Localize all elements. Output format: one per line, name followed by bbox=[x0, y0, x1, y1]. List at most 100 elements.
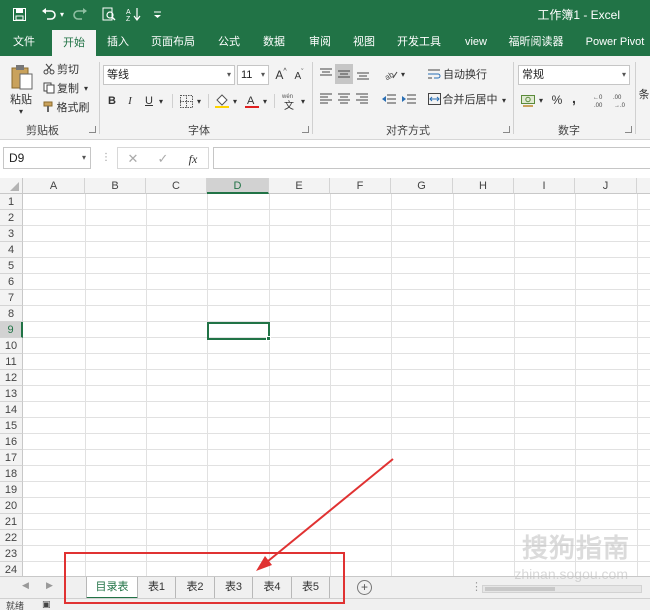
row-header[interactable]: 3 bbox=[0, 226, 23, 242]
row-header[interactable]: 22 bbox=[0, 530, 23, 546]
row-header[interactable]: 23 bbox=[0, 546, 23, 562]
paste-button[interactable]: 粘贴 bbox=[6, 92, 36, 106]
borders-dropdown-icon[interactable]: ▾ bbox=[195, 94, 203, 108]
tab-page-layout[interactable]: 页面布局 bbox=[146, 28, 200, 56]
align-bottom-icon[interactable] bbox=[355, 66, 371, 82]
wrap-text-icon[interactable] bbox=[426, 66, 442, 82]
cut-button[interactable]: 剪切 bbox=[56, 62, 80, 76]
horizontal-scrollbar[interactable] bbox=[482, 585, 642, 593]
formula-input[interactable] bbox=[213, 147, 650, 169]
grow-font-icon[interactable]: A ^ bbox=[273, 66, 289, 84]
column-header-c[interactable]: C bbox=[146, 178, 207, 194]
tab-developer[interactable]: 开发工具 bbox=[392, 28, 446, 56]
tab-foxit-reader[interactable]: 福昕阅读器 bbox=[504, 28, 568, 56]
font-color-icon[interactable]: A bbox=[243, 92, 261, 110]
row-header[interactable]: 14 bbox=[0, 402, 23, 418]
number-launcher-icon[interactable] bbox=[625, 126, 632, 133]
tab-formulas[interactable]: 公式 bbox=[210, 28, 248, 56]
increase-indent-icon[interactable] bbox=[400, 90, 418, 108]
font-size-select[interactable]: 11 ▾ bbox=[237, 65, 269, 85]
row-header[interactable]: 19 bbox=[0, 482, 23, 498]
row-header[interactable]: 17 bbox=[0, 450, 23, 466]
name-box[interactable]: D9 ▾ bbox=[3, 147, 91, 169]
fill-color-dropdown-icon[interactable]: ▾ bbox=[231, 94, 239, 108]
merge-center-dropdown-icon[interactable]: ▾ bbox=[500, 94, 508, 106]
column-header-a[interactable]: A bbox=[23, 178, 85, 194]
row-header[interactable]: 1 bbox=[0, 194, 23, 210]
sheet-prev-icon[interactable]: ◀ bbox=[22, 580, 29, 591]
tab-data[interactable]: 数据 bbox=[256, 28, 292, 56]
underline-dropdown-icon[interactable]: ▾ bbox=[157, 94, 165, 108]
active-cell-d9[interactable] bbox=[207, 322, 270, 340]
tab-view[interactable]: 视图 bbox=[346, 28, 382, 56]
undo-icon[interactable] bbox=[38, 4, 60, 24]
copy-dropdown-icon[interactable]: ▾ bbox=[82, 83, 90, 93]
merge-center-button[interactable]: 合并后居中 bbox=[442, 90, 498, 108]
wrap-text-button[interactable]: 自动换行 bbox=[442, 66, 488, 82]
align-middle-icon[interactable] bbox=[335, 64, 353, 84]
horizontal-scroll-thumb[interactable] bbox=[485, 587, 555, 591]
tab-power-pivot[interactable]: Power Pivot bbox=[580, 28, 650, 56]
tab-view-en[interactable]: view bbox=[456, 28, 496, 56]
column-header-b[interactable]: B bbox=[85, 178, 146, 194]
tab-insert[interactable]: 插入 bbox=[100, 28, 136, 56]
sheet-next-icon[interactable]: ▶ bbox=[46, 580, 53, 591]
row-header[interactable]: 24 bbox=[0, 562, 23, 576]
conditional-format-button-partial[interactable]: 条 bbox=[638, 84, 650, 104]
row-header[interactable]: 10 bbox=[0, 338, 23, 354]
row-header[interactable]: 20 bbox=[0, 498, 23, 514]
copy-icon[interactable] bbox=[42, 81, 56, 95]
italic-button[interactable]: I bbox=[122, 92, 138, 110]
merge-center-icon[interactable] bbox=[426, 90, 442, 108]
column-header-h[interactable]: H bbox=[453, 178, 514, 194]
add-sheet-button[interactable]: + bbox=[357, 580, 372, 595]
decrease-decimal-icon[interactable]: .00 →.0 bbox=[612, 90, 630, 110]
formula-bar-grip-icon[interactable]: ⋮ bbox=[101, 152, 111, 164]
comma-button[interactable]: , bbox=[568, 89, 580, 107]
align-right-icon[interactable] bbox=[354, 90, 370, 108]
row-header[interactable]: 13 bbox=[0, 386, 23, 402]
accounting-dropdown-icon[interactable]: ▾ bbox=[537, 94, 545, 106]
select-all-corner[interactable] bbox=[0, 178, 23, 194]
font-launcher-icon[interactable] bbox=[302, 126, 309, 133]
paste-icon[interactable] bbox=[8, 62, 36, 92]
confirm-icon[interactable]: ✓ bbox=[154, 150, 172, 168]
undo-dropdown-icon[interactable]: ▾ bbox=[58, 4, 66, 24]
row-header-selected[interactable]: 9 bbox=[0, 322, 23, 338]
clipboard-launcher-icon[interactable] bbox=[89, 126, 96, 133]
column-header-e[interactable]: E bbox=[269, 178, 330, 194]
increase-decimal-icon[interactable]: ←0.00 bbox=[592, 90, 610, 110]
row-header[interactable]: 12 bbox=[0, 370, 23, 386]
align-center-icon[interactable] bbox=[336, 90, 352, 108]
column-header-k-partial[interactable] bbox=[637, 178, 650, 194]
align-left-icon[interactable] bbox=[318, 90, 334, 108]
underline-button[interactable]: U bbox=[141, 92, 157, 110]
decrease-indent-icon[interactable] bbox=[380, 90, 398, 108]
tab-split-handle-icon[interactable]: ⋮ bbox=[471, 580, 482, 593]
print-preview-icon[interactable] bbox=[100, 4, 118, 24]
column-header-j[interactable]: J bbox=[575, 178, 637, 194]
column-header-f[interactable]: F bbox=[330, 178, 391, 194]
row-header[interactable]: 2 bbox=[0, 210, 23, 226]
orientation-dropdown-icon[interactable]: ▾ bbox=[399, 68, 407, 80]
percent-button[interactable]: % bbox=[549, 91, 565, 109]
row-header[interactable]: 16 bbox=[0, 434, 23, 450]
row-header[interactable]: 7 bbox=[0, 290, 23, 306]
align-top-icon[interactable] bbox=[318, 66, 334, 82]
redo-icon[interactable] bbox=[70, 4, 90, 24]
row-header[interactable]: 6 bbox=[0, 274, 23, 290]
orientation-icon[interactable]: ab bbox=[382, 66, 400, 82]
format-painter-icon[interactable] bbox=[42, 100, 56, 114]
tab-file[interactable]: 文件 bbox=[4, 28, 44, 56]
save-icon[interactable] bbox=[10, 4, 28, 24]
phonetic-dropdown-icon[interactable]: ▾ bbox=[299, 94, 307, 108]
row-header[interactable]: 11 bbox=[0, 354, 23, 370]
row-header[interactable]: 15 bbox=[0, 418, 23, 434]
alignment-launcher-icon[interactable] bbox=[503, 126, 510, 133]
accounting-format-icon[interactable] bbox=[519, 91, 537, 109]
column-header-d[interactable]: D bbox=[207, 178, 269, 194]
row-header[interactable]: 18 bbox=[0, 466, 23, 482]
font-color-dropdown-icon[interactable]: ▾ bbox=[261, 94, 269, 108]
column-header-i[interactable]: I bbox=[514, 178, 575, 194]
customize-qat-icon[interactable] bbox=[151, 4, 163, 24]
